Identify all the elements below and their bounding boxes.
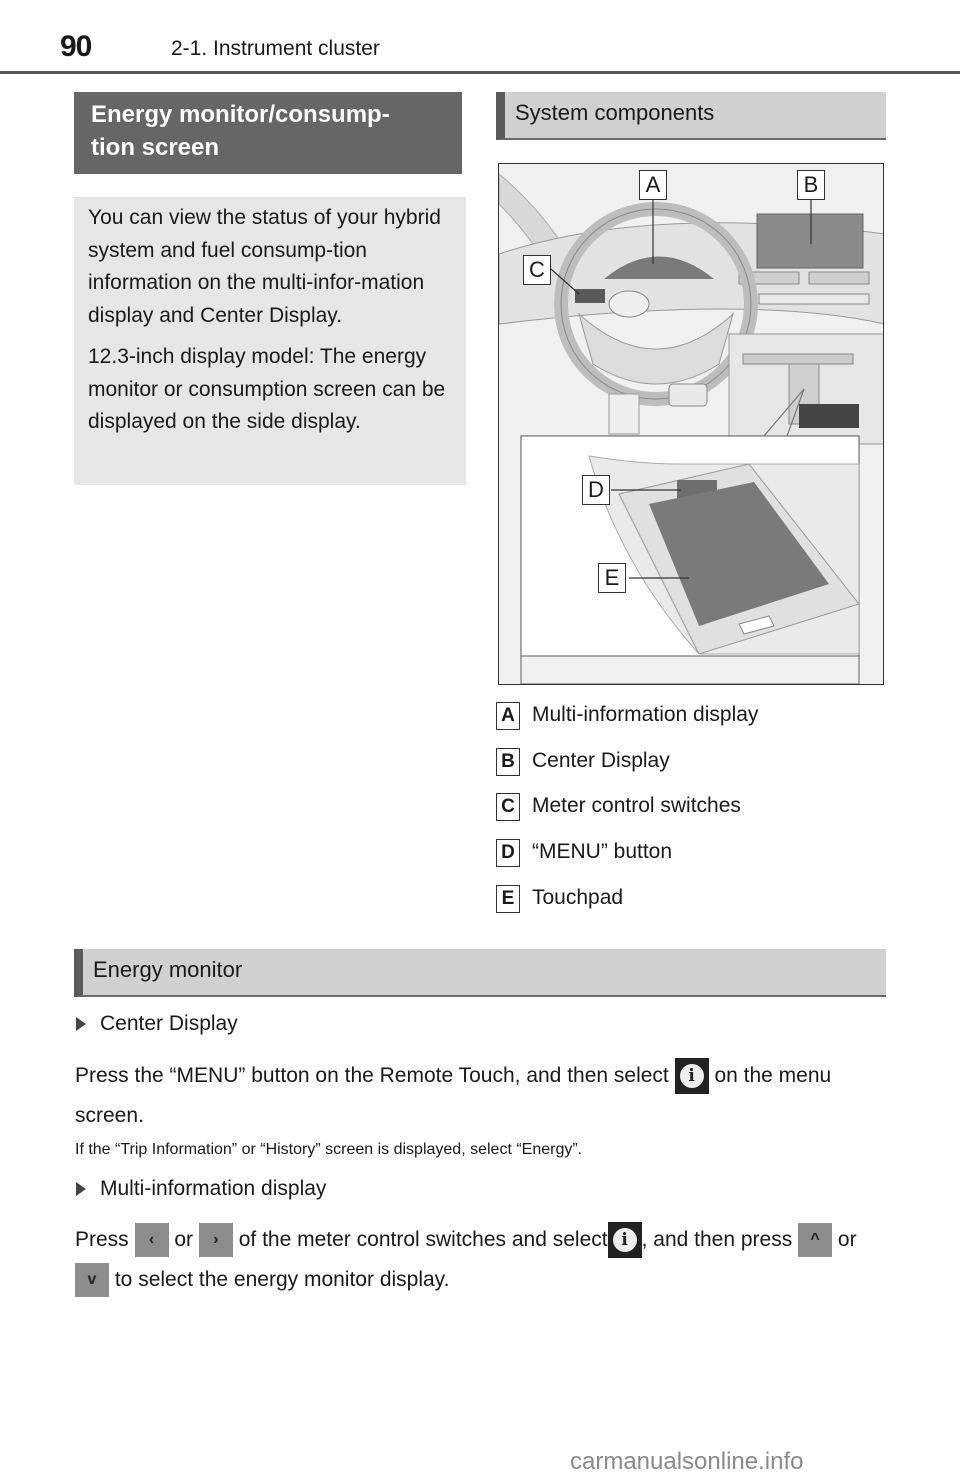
intro-box: You can view the status of your hybrid s… [74,198,466,485]
heading-text: System components [515,100,715,125]
info-icon: i [607,1222,642,1259]
section-heading-energy-monitor: Energy monitor [74,949,886,997]
center-display-instructions: Press the “MENU” button on the Remote To… [75,1056,895,1136]
intro-paragraph: You can view the status of your hybrid s… [88,206,441,327]
watermark: carmanualsonline.info [570,1448,804,1475]
page-number: 90 [60,30,92,63]
right-arrow-switch-icon: › [198,1223,233,1258]
up-arrow-switch-icon: ^ [798,1223,833,1258]
callout-d: D [582,475,610,505]
bullet-text: Center Display [100,1012,238,1035]
instruction-text: Press [75,1228,129,1251]
left-arrow-switch-icon: ‹ [134,1223,169,1258]
legend-key: A [496,702,520,730]
instruction-text: Press the “MENU” button on the Remote To… [75,1064,669,1087]
legend-label: “MENU” button [532,840,673,863]
instruction-text: or [837,1228,857,1251]
legend-label: Center Display [532,749,670,772]
bullet-text: Multi-information display [100,1177,327,1200]
chapter-title: 2-1. Instrument cluster [171,37,380,60]
legend-key: C [496,793,520,821]
page-header: 90 2-1. Instrument cluster [0,0,960,76]
legend-key: E [496,885,520,913]
legend-label: Multi-information display [532,703,759,726]
intro-paragraph-display-model: 12.3-inch display model: The energy moni… [88,345,446,433]
center-display-screen [756,213,864,269]
heading-text: Energy monitor [93,957,243,982]
down-arrow-switch-icon: v [75,1263,109,1298]
heading-line: Energy monitor/consump- [91,101,390,128]
instruction-text: , and then press [641,1228,793,1251]
heading-line: tion screen [91,134,220,161]
dashboard-drawing [499,164,883,684]
system-components-illustration: A B C D E [498,163,884,685]
subheading-multi-information-display: Multi-information display [76,1177,326,1201]
legend-label: Meter control switches [532,794,741,817]
legend-key: B [496,748,520,776]
info-icon: i [674,1058,709,1095]
callout-c: C [523,255,551,285]
triangle-bullet-icon [76,1182,86,1196]
subheading-center-display: Center Display [76,1012,238,1036]
section-heading-system-components: System components [496,92,886,140]
callout-e: E [598,563,626,593]
note-text: If the “Trip Information” or “History” s… [75,1141,583,1158]
callout-a: A [639,170,667,200]
legend-label: Touchpad [532,886,624,909]
multi-information-instructions: Press ‹ or › of the meter control switch… [75,1220,895,1300]
instruction-text: or [174,1228,194,1251]
instruction-text: of the meter control switches and select [238,1228,608,1251]
section-heading-energy-consumption: Energy monitor/consump- tion screen [74,92,462,174]
legend-key: D [496,839,520,867]
callout-b: B [797,170,825,200]
triangle-bullet-icon [76,1017,86,1031]
header-divider [0,71,960,74]
instruction-text: to select the energy monitor display. [114,1268,450,1291]
